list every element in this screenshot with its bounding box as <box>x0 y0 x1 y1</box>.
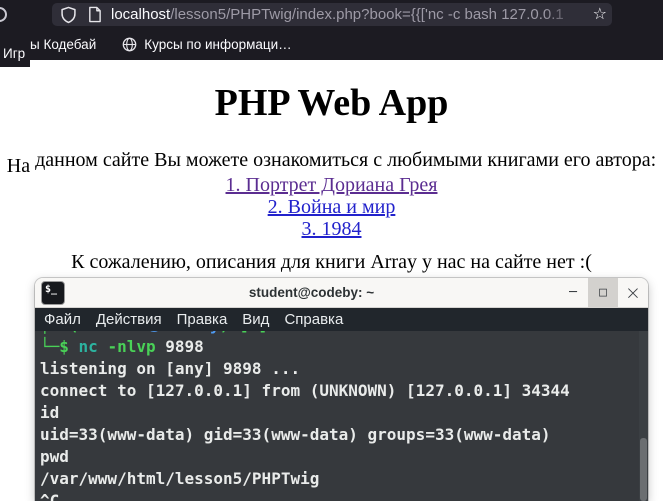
terminal-menubar: Файл Действия Правка Вид Справка <box>35 308 648 331</box>
terminal-titlebar[interactable]: $_ student@codeby: ~ ─ □ × <box>35 278 648 308</box>
bookmarks-bar: Игр ы Кодебай Курсы по информаци… <box>0 28 663 67</box>
partial-toolbar-icon[interactable] <box>0 7 7 22</box>
intro-rest: данном сайте Вы можете ознакомиться с лю… <box>30 149 657 171</box>
terminal-line: connect to [127.0.0.1] from (UNKNOWN) [1… <box>40 381 570 400</box>
terminal-app-icon: $_ <box>41 280 65 305</box>
bookmark-star-icon[interactable]: ☆ <box>593 4 607 23</box>
bookmark-courses-label: Курсы по информаци… <box>144 36 292 52</box>
terminal-scrollbar[interactable] <box>639 331 648 501</box>
book-link-3[interactable]: 3. 1984 <box>0 218 663 240</box>
url-host: localhost <box>111 6 171 23</box>
menu-item-view[interactable]: Вид <box>242 311 269 328</box>
page-title: PHP Web App <box>214 82 449 124</box>
browser-toolbar: localhost/lesson5/PHPTwig/index.php?book… <box>0 0 663 28</box>
scrollbar-thumb[interactable] <box>640 438 647 501</box>
globe-icon <box>122 37 137 51</box>
shield-icon[interactable] <box>60 6 77 24</box>
terminal-line: listening on [any] 9898 ... <box>40 359 301 378</box>
book-link-1[interactable]: 1. Портрет Дориана Грея <box>0 174 663 196</box>
terminal-line: ┌──(student㉿codeby)-[~] <box>40 331 648 336</box>
menu-item-file[interactable]: Файл <box>44 311 81 328</box>
minimize-button[interactable]: ─ <box>558 278 588 307</box>
url-text: localhost/lesson5/PHPTwig/index.php?book… <box>111 6 563 23</box>
bookmark-courses[interactable]: Курсы по информаци… <box>122 36 292 52</box>
book-link-2[interactable]: 2. Война и мир <box>0 196 663 218</box>
screen: localhost/lesson5/PHPTwig/index.php?book… <box>0 0 663 501</box>
terminal-line: /var/www/html/lesson5/PHPTwig <box>40 469 320 488</box>
close-button[interactable]: × <box>618 278 648 307</box>
page-icon[interactable] <box>87 6 102 23</box>
menu-item-actions[interactable]: Действия <box>96 311 162 328</box>
terminal-scrolled-line: ┌──(student㉿codeby)-[~] <box>40 331 648 336</box>
book-links: 1. Портрет Дориана Грея 2. Война и мир 3… <box>0 174 663 240</box>
terminal-body: ┌──(student㉿codeby)-[~] └─$ nc -nlvp 989… <box>35 331 648 501</box>
terminal-line: ^C <box>40 491 60 501</box>
window-controls: ─ □ × <box>558 278 648 307</box>
menu-item-edit[interactable]: Правка <box>177 311 228 328</box>
url-path: /lesson5/PHPTwig/index.php?book={{['nc -… <box>170 6 563 23</box>
book-description-error: К сожалению, описания для книги Array у … <box>71 251 592 273</box>
url-fade-overlay <box>544 4 586 25</box>
terminal-window: $_ student@codeby: ~ ─ □ × Файл Действия… <box>35 278 648 501</box>
bookmark-codeby-games[interactable]: ы Кодебай <box>30 37 96 52</box>
terminal-output: └─$ nc -nlvp 9898 listening on [any] 9898… <box>40 336 648 501</box>
maximize-button[interactable]: □ <box>588 278 618 307</box>
intro-text: На данном сайте Вы можете ознакомиться с… <box>0 148 663 177</box>
bookmark-codeby-games-part[interactable]: Игр <box>0 38 30 67</box>
terminal-line: uid=33(www-data) gid=33(www-data) groups… <box>40 425 551 444</box>
browser-chrome: localhost/lesson5/PHPTwig/index.php?book… <box>0 0 663 67</box>
terminal-title: student@codeby: ~ <box>248 285 375 300</box>
menu-item-help[interactable]: Справка <box>284 311 343 328</box>
terminal-line: pwd <box>40 447 69 466</box>
intro-offset-part: На <box>6 155 31 177</box>
url-bar[interactable]: localhost/lesson5/PHPTwig/index.php?book… <box>52 3 612 26</box>
terminal-line: └─$ nc -nlvp 9898 <box>40 337 204 356</box>
terminal-line: id <box>40 403 60 422</box>
